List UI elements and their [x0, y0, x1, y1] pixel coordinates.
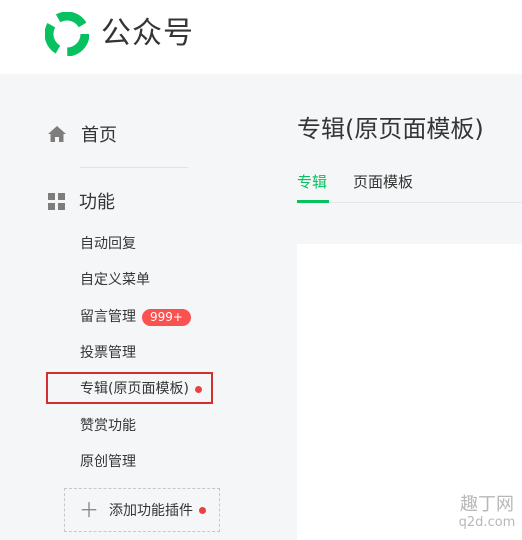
- sidebar-item-voting[interactable]: 投票管理: [80, 343, 136, 363]
- sidebar-item-original[interactable]: 原创管理: [80, 452, 136, 472]
- sidebar-item-album-label: 专辑(原页面模板): [80, 381, 189, 397]
- home-icon: [48, 126, 66, 142]
- tab-bar-divider: [329, 202, 522, 203]
- brand-title: 公众号: [101, 16, 194, 51]
- tab-page-template[interactable]: 页面模板: [353, 171, 413, 193]
- sidebar-item-appreciation[interactable]: 赞赏功能: [80, 416, 136, 436]
- add-plugin-dot-icon: [199, 506, 206, 514]
- sidebar-item-auto-reply[interactable]: 自动回复: [80, 234, 136, 254]
- watermark-line-1: 趣丁网: [460, 494, 514, 515]
- add-plugin-label: 添加功能插件: [109, 503, 193, 519]
- new-dot-icon: [194, 385, 202, 393]
- sidebar-item-custom-menu[interactable]: 自定义菜单: [80, 270, 150, 290]
- page-title: 专辑(原页面模板): [297, 115, 484, 143]
- watermark-line-2: q2d.com: [458, 515, 516, 530]
- grid-icon: [48, 192, 65, 210]
- watermark: 趣丁网 q2d.com: [452, 495, 522, 531]
- sidebar-item-home-label: 首页: [81, 125, 117, 146]
- sidebar-item-function-label: 功能: [79, 192, 115, 213]
- wechat-logo-icon: [45, 12, 89, 56]
- sidebar-item-home[interactable]: 首页: [47, 121, 117, 147]
- add-plugin-button[interactable]: ＋ 添加功能插件: [64, 488, 220, 532]
- top-header: 公众号: [0, 0, 522, 74]
- comments-count-badge: 999+: [142, 308, 191, 326]
- plus-icon: ＋: [79, 498, 99, 522]
- active-tab-indicator: [297, 200, 329, 203]
- sidebar-item-function[interactable]: 功能: [48, 188, 115, 214]
- tab-album[interactable]: 专辑: [297, 171, 327, 193]
- sidebar-item-comments[interactable]: 留言管理 999+: [80, 307, 191, 327]
- sidebar-divider: [80, 167, 188, 168]
- sidebar-item-album[interactable]: 专辑(原页面模板): [80, 379, 202, 399]
- sidebar-item-comments-label: 留言管理: [80, 309, 136, 325]
